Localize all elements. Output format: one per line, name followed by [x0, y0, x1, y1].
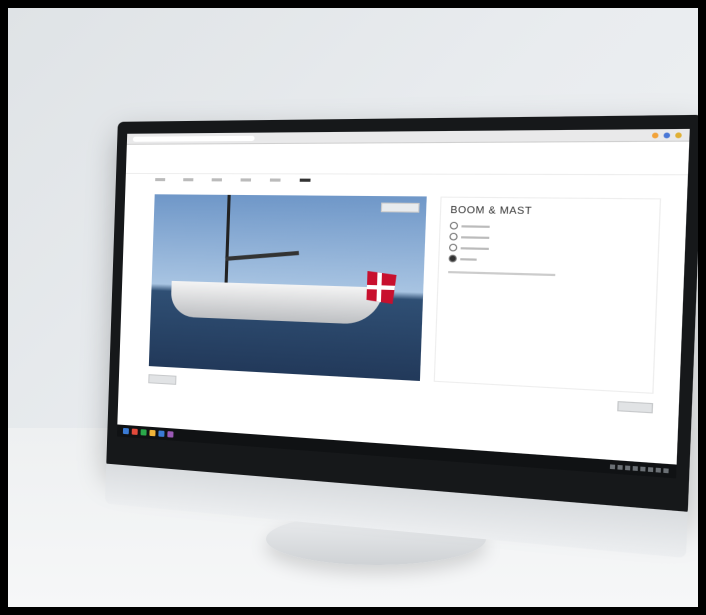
start-icon[interactable] — [122, 427, 129, 435]
option-row[interactable] — [448, 254, 648, 268]
system-tray — [609, 464, 669, 474]
extension-icon-blue[interactable] — [663, 131, 671, 138]
step-indicator[interactable] — [183, 178, 194, 182]
configurator-main: BOOM & MAST — [148, 194, 662, 394]
boat-hull — [170, 280, 384, 326]
option-note — [448, 271, 556, 277]
monitor: BOOM & MAST — [104, 114, 698, 559]
radio-button[interactable] — [449, 232, 458, 241]
photo-scene: BOOM & MAST — [8, 8, 698, 607]
extension-icon[interactable] — [640, 132, 647, 138]
panel-title: BOOM & MAST — [450, 204, 533, 217]
app-icon[interactable] — [149, 429, 156, 437]
radio-button-selected[interactable] — [448, 254, 457, 263]
radio-button[interactable] — [448, 243, 458, 252]
view-toggle-button[interactable] — [380, 202, 420, 213]
app-icon[interactable] — [140, 429, 147, 436]
boom — [225, 250, 300, 261]
step-indicator[interactable] — [269, 178, 281, 182]
configurator-steps — [125, 174, 687, 188]
extension-icon-yellow[interactable] — [675, 131, 682, 138]
address-bar[interactable] — [132, 135, 255, 142]
option-row[interactable] — [449, 221, 649, 233]
step-indicator[interactable] — [240, 178, 252, 182]
next-button[interactable] — [617, 401, 654, 414]
radio-button[interactable] — [449, 221, 459, 230]
option-row[interactable] — [449, 232, 648, 244]
danish-flag — [366, 271, 396, 304]
option-row[interactable] — [448, 243, 648, 256]
extension-icon-orange[interactable] — [651, 132, 659, 138]
boat-render — [148, 194, 427, 382]
page-header — [125, 141, 690, 176]
mast — [224, 194, 231, 293]
options-panel: BOOM & MAST — [433, 196, 662, 394]
monitor-screen: BOOM & MAST — [116, 128, 690, 479]
taskbar — [116, 424, 677, 479]
app-icon[interactable] — [167, 431, 174, 438]
app-icon[interactable] — [158, 430, 165, 437]
step-indicator[interactable] — [211, 178, 223, 182]
app-icon[interactable] — [131, 428, 138, 435]
step-indicator-active[interactable] — [299, 178, 311, 182]
back-button[interactable] — [148, 374, 177, 385]
step-indicator[interactable] — [155, 178, 166, 182]
